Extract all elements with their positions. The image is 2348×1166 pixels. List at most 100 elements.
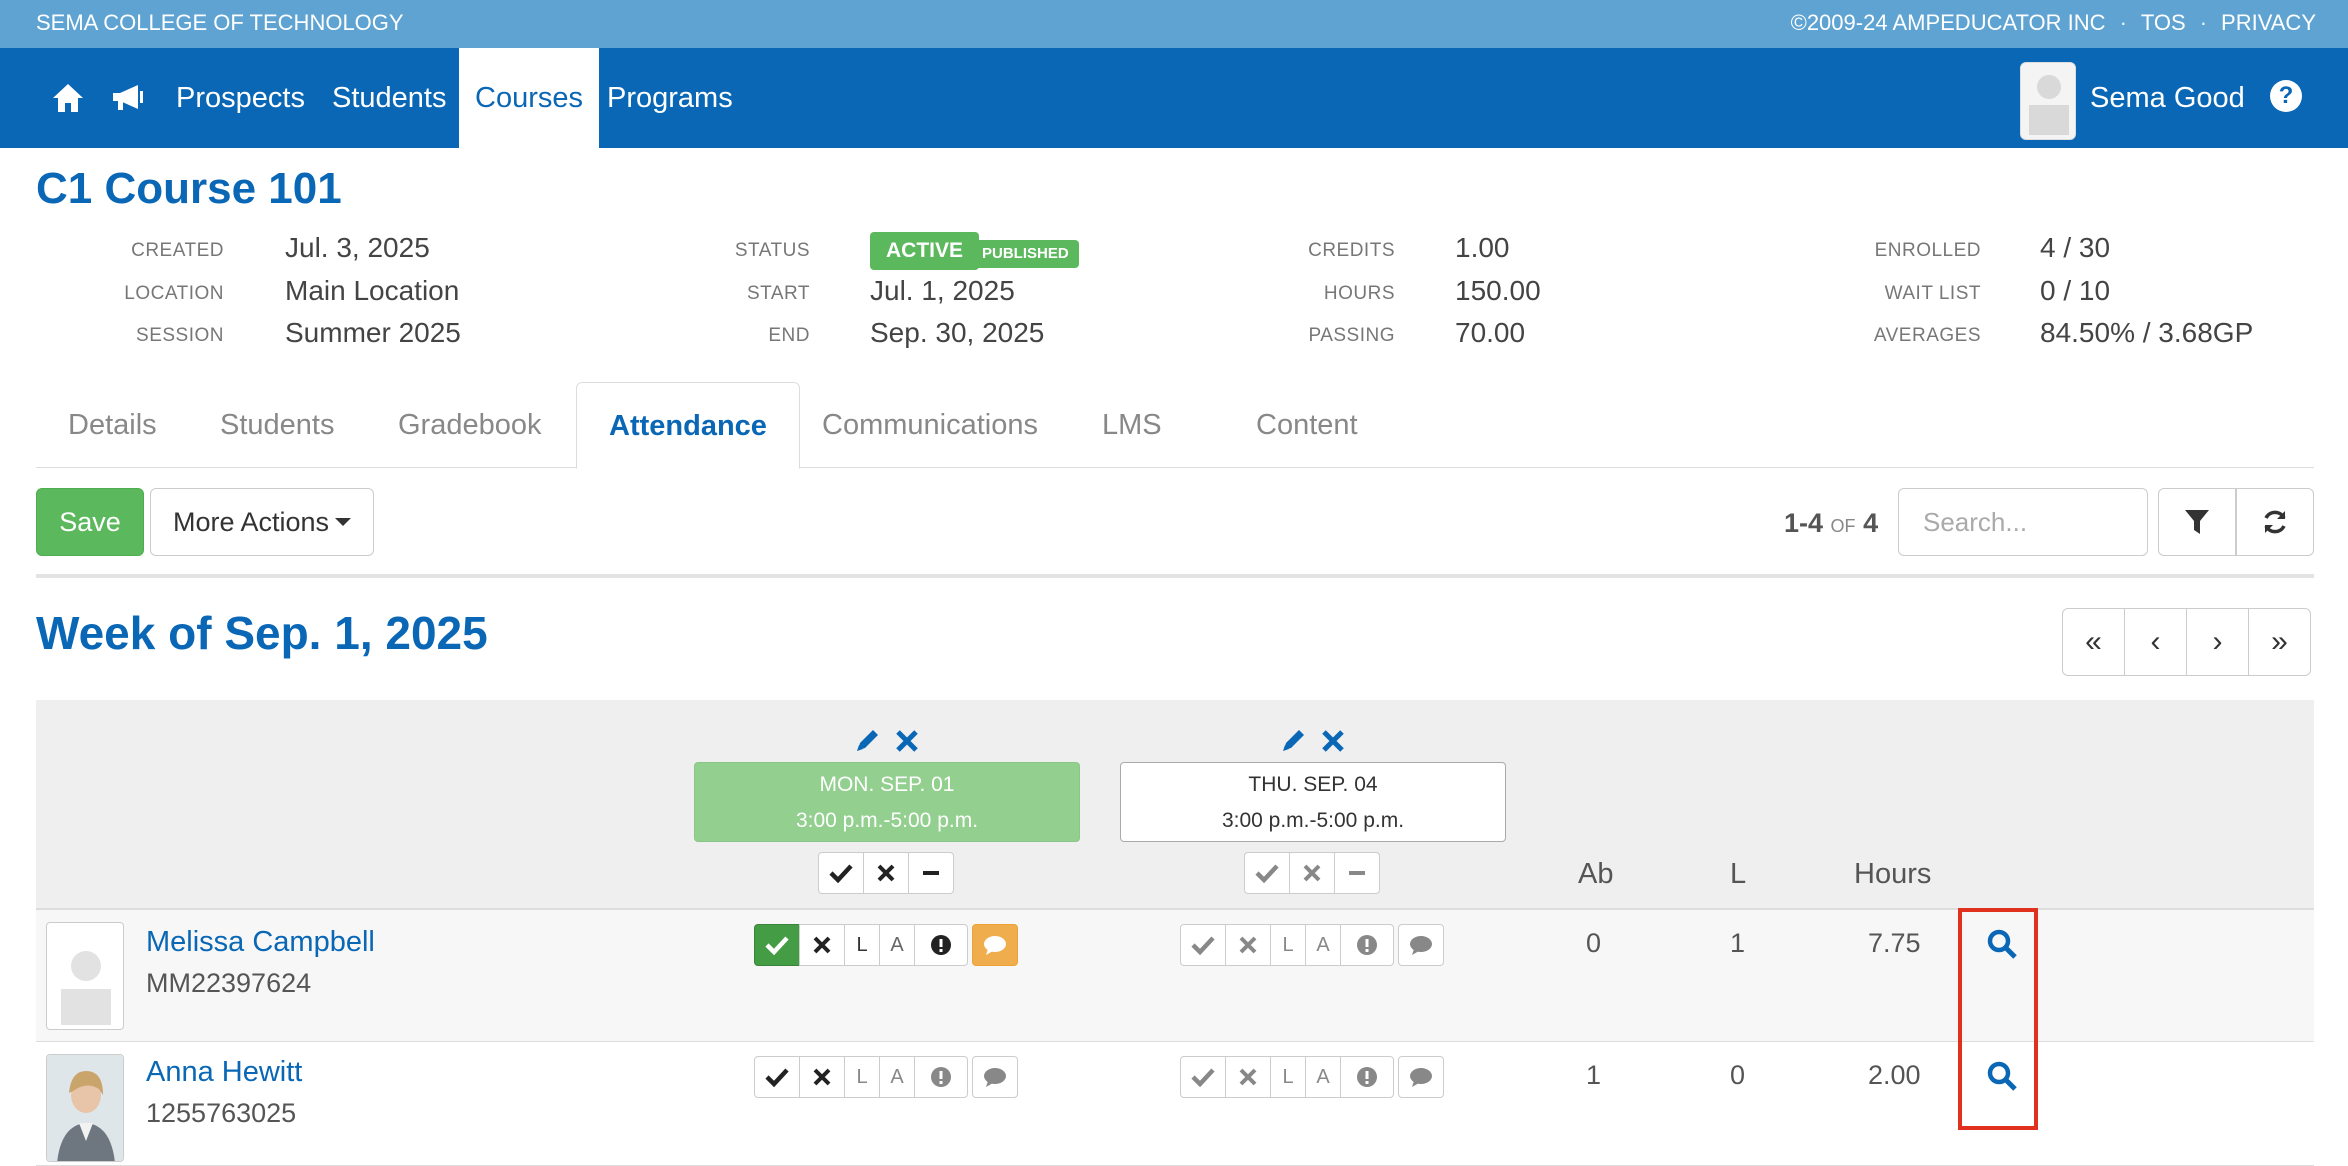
tab-lms[interactable]: LMS — [1070, 382, 1194, 468]
footer-links: ©2009-24 AMPEDUCATOR INC · TOS · PRIVACY — [1791, 10, 2316, 36]
alert-button[interactable] — [914, 924, 968, 966]
absent-count: 1 — [1586, 1060, 1602, 1090]
excused-button[interactable]: A — [879, 1056, 915, 1098]
mark-all-present-button[interactable] — [1244, 852, 1290, 894]
absent-button[interactable] — [1225, 924, 1271, 966]
next-week-button[interactable]: › — [2186, 608, 2249, 676]
clear-all-button[interactable] — [1334, 852, 1380, 894]
refresh-button[interactable] — [2236, 488, 2314, 556]
late-button[interactable]: L — [1270, 1056, 1306, 1098]
tab-communications[interactable]: Communications — [790, 382, 1070, 468]
session-mon-sep-01[interactable]: MON. SEP. 01 3:00 p.m.-5:00 p.m. — [694, 762, 1080, 842]
last-week-button[interactable]: » — [2248, 608, 2311, 676]
tab-content[interactable]: Content — [1224, 382, 1390, 468]
filter-button[interactable] — [2158, 488, 2236, 556]
minus-icon — [1349, 871, 1365, 875]
check-icon — [765, 1068, 789, 1087]
alert-button[interactable] — [1340, 1056, 1394, 1098]
mark-all-present-button[interactable] — [818, 852, 864, 894]
count-range: 1-4 — [1784, 508, 1824, 538]
count-of: OF — [1830, 516, 1856, 536]
close-icon[interactable] — [894, 726, 920, 754]
hours-value: 150.00 — [1455, 275, 1541, 306]
more-actions-button[interactable]: More Actions — [150, 488, 374, 556]
tab-details[interactable]: Details — [36, 382, 189, 468]
student-name-link[interactable]: Melissa Campbell — [146, 926, 375, 959]
comment-button[interactable] — [1398, 924, 1444, 966]
pencil-icon[interactable] — [854, 726, 882, 754]
megaphone-icon[interactable] — [106, 76, 150, 120]
late-button[interactable]: L — [844, 924, 880, 966]
prev-week-button[interactable]: ‹ — [2124, 608, 2187, 676]
copyright-text: ©2009-24 AMPEDUCATOR INC — [1790, 10, 2106, 35]
nav-prospects[interactable]: Prospects — [160, 48, 321, 148]
published-badge: PUBLISHED — [972, 240, 1079, 268]
help-icon[interactable]: ? — [2270, 80, 2302, 112]
comment-button[interactable] — [972, 1056, 1018, 1098]
section-divider — [36, 574, 2314, 578]
comment-icon — [984, 936, 1006, 955]
times-icon — [813, 936, 831, 954]
exclamation-circle-icon — [931, 935, 951, 955]
student-name-link[interactable]: Anna Hewitt — [146, 1056, 302, 1089]
comment-icon — [1410, 1068, 1432, 1087]
privacy-link[interactable]: PRIVACY — [2221, 10, 2316, 36]
nav-programs[interactable]: Programs — [591, 48, 749, 148]
excused-button[interactable]: A — [1305, 924, 1341, 966]
excused-button[interactable]: A — [1305, 1056, 1341, 1098]
student-photo-placeholder — [46, 922, 124, 1030]
check-icon — [829, 864, 853, 883]
present-button[interactable] — [754, 924, 800, 966]
alert-button[interactable] — [1340, 924, 1394, 966]
week-pager: « ‹ › » — [2062, 608, 2311, 676]
passing-value: 70.00 — [1455, 317, 1526, 348]
mark-all-absent-button[interactable] — [1289, 852, 1335, 894]
late-button[interactable]: L — [844, 1056, 880, 1098]
comment-button[interactable] — [972, 924, 1018, 966]
session-day: MON. SEP. 01 — [819, 773, 955, 796]
close-icon[interactable] — [1320, 726, 1346, 754]
tab-gradebook[interactable]: Gradebook — [366, 382, 574, 468]
search-input[interactable] — [1898, 488, 2148, 556]
comment-button[interactable] — [1398, 1056, 1444, 1098]
user-avatar[interactable] — [2020, 62, 2076, 140]
tos-link[interactable]: TOS — [2141, 10, 2186, 36]
present-button[interactable] — [1180, 924, 1226, 966]
session-thu-sep-04[interactable]: THU. SEP. 04 3:00 p.m.-5:00 p.m. — [1120, 762, 1506, 842]
check-icon — [1191, 1068, 1215, 1087]
refresh-icon — [2264, 510, 2286, 534]
waitlist-label: WAIT LIST — [1884, 283, 1981, 304]
clear-all-button[interactable] — [908, 852, 954, 894]
present-button[interactable] — [1180, 1056, 1226, 1098]
session-time: 3:00 p.m.-5:00 p.m. — [795, 809, 979, 832]
tab-students[interactable]: Students — [188, 382, 366, 468]
filter-icon — [2185, 510, 2209, 534]
absent-button[interactable] — [799, 924, 845, 966]
times-icon — [877, 864, 895, 882]
mark-all-absent-button[interactable] — [863, 852, 909, 894]
save-button[interactable]: Save — [36, 488, 144, 556]
user-name[interactable]: Sema Good — [2090, 48, 2245, 148]
main-navbar: Prospects Students Courses Programs Sema… — [0, 48, 2348, 148]
status-badge: ACTIVE — [870, 232, 980, 270]
alert-button[interactable] — [914, 1056, 968, 1098]
absent-button[interactable] — [1225, 1056, 1271, 1098]
tab-attendance[interactable]: Attendance — [576, 382, 800, 469]
exclamation-circle-icon — [931, 1067, 951, 1087]
pencil-icon[interactable] — [1280, 726, 1308, 754]
col-header-hours: Hours — [1854, 858, 1932, 890]
excused-button[interactable]: A — [879, 924, 915, 966]
nav-courses[interactable]: Courses — [459, 48, 599, 148]
home-icon[interactable] — [46, 76, 90, 120]
more-actions-label: More Actions — [172, 506, 330, 537]
count-total: 4 — [1863, 508, 1879, 538]
check-icon — [1191, 936, 1215, 955]
present-button[interactable] — [754, 1056, 800, 1098]
first-week-button[interactable]: « — [2062, 608, 2125, 676]
nav-students[interactable]: Students — [316, 48, 462, 148]
credits-label: CREDITS — [1308, 240, 1395, 261]
late-button[interactable]: L — [1270, 924, 1306, 966]
status-label: STATUS — [734, 240, 810, 261]
created-label: CREATED — [131, 240, 224, 261]
absent-button[interactable] — [799, 1056, 845, 1098]
